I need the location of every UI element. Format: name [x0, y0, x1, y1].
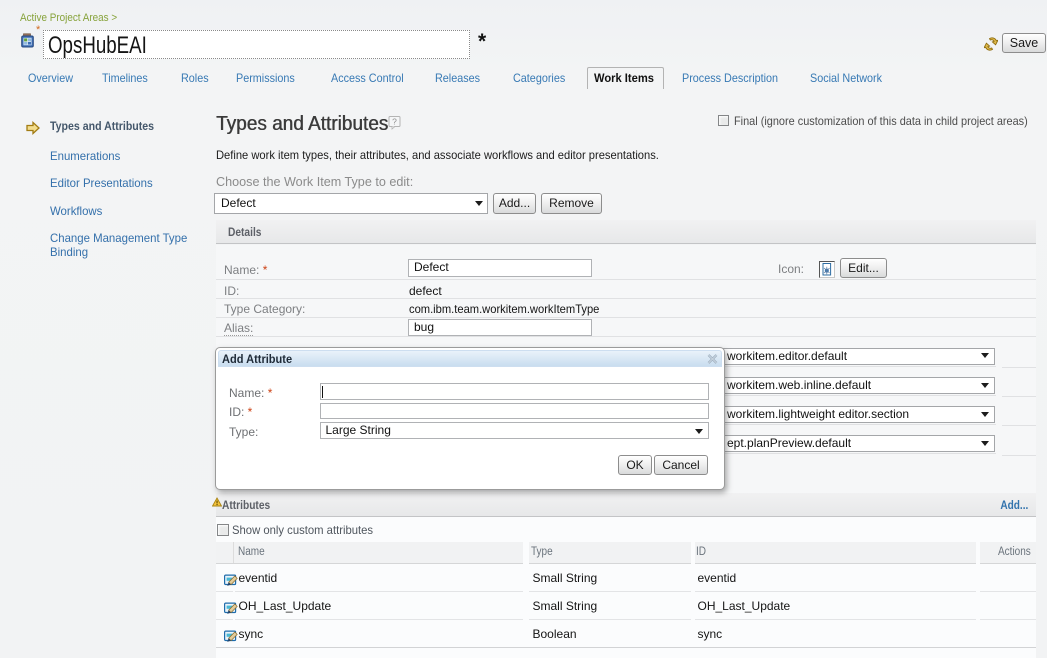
- svg-text:?: ?: [392, 117, 397, 127]
